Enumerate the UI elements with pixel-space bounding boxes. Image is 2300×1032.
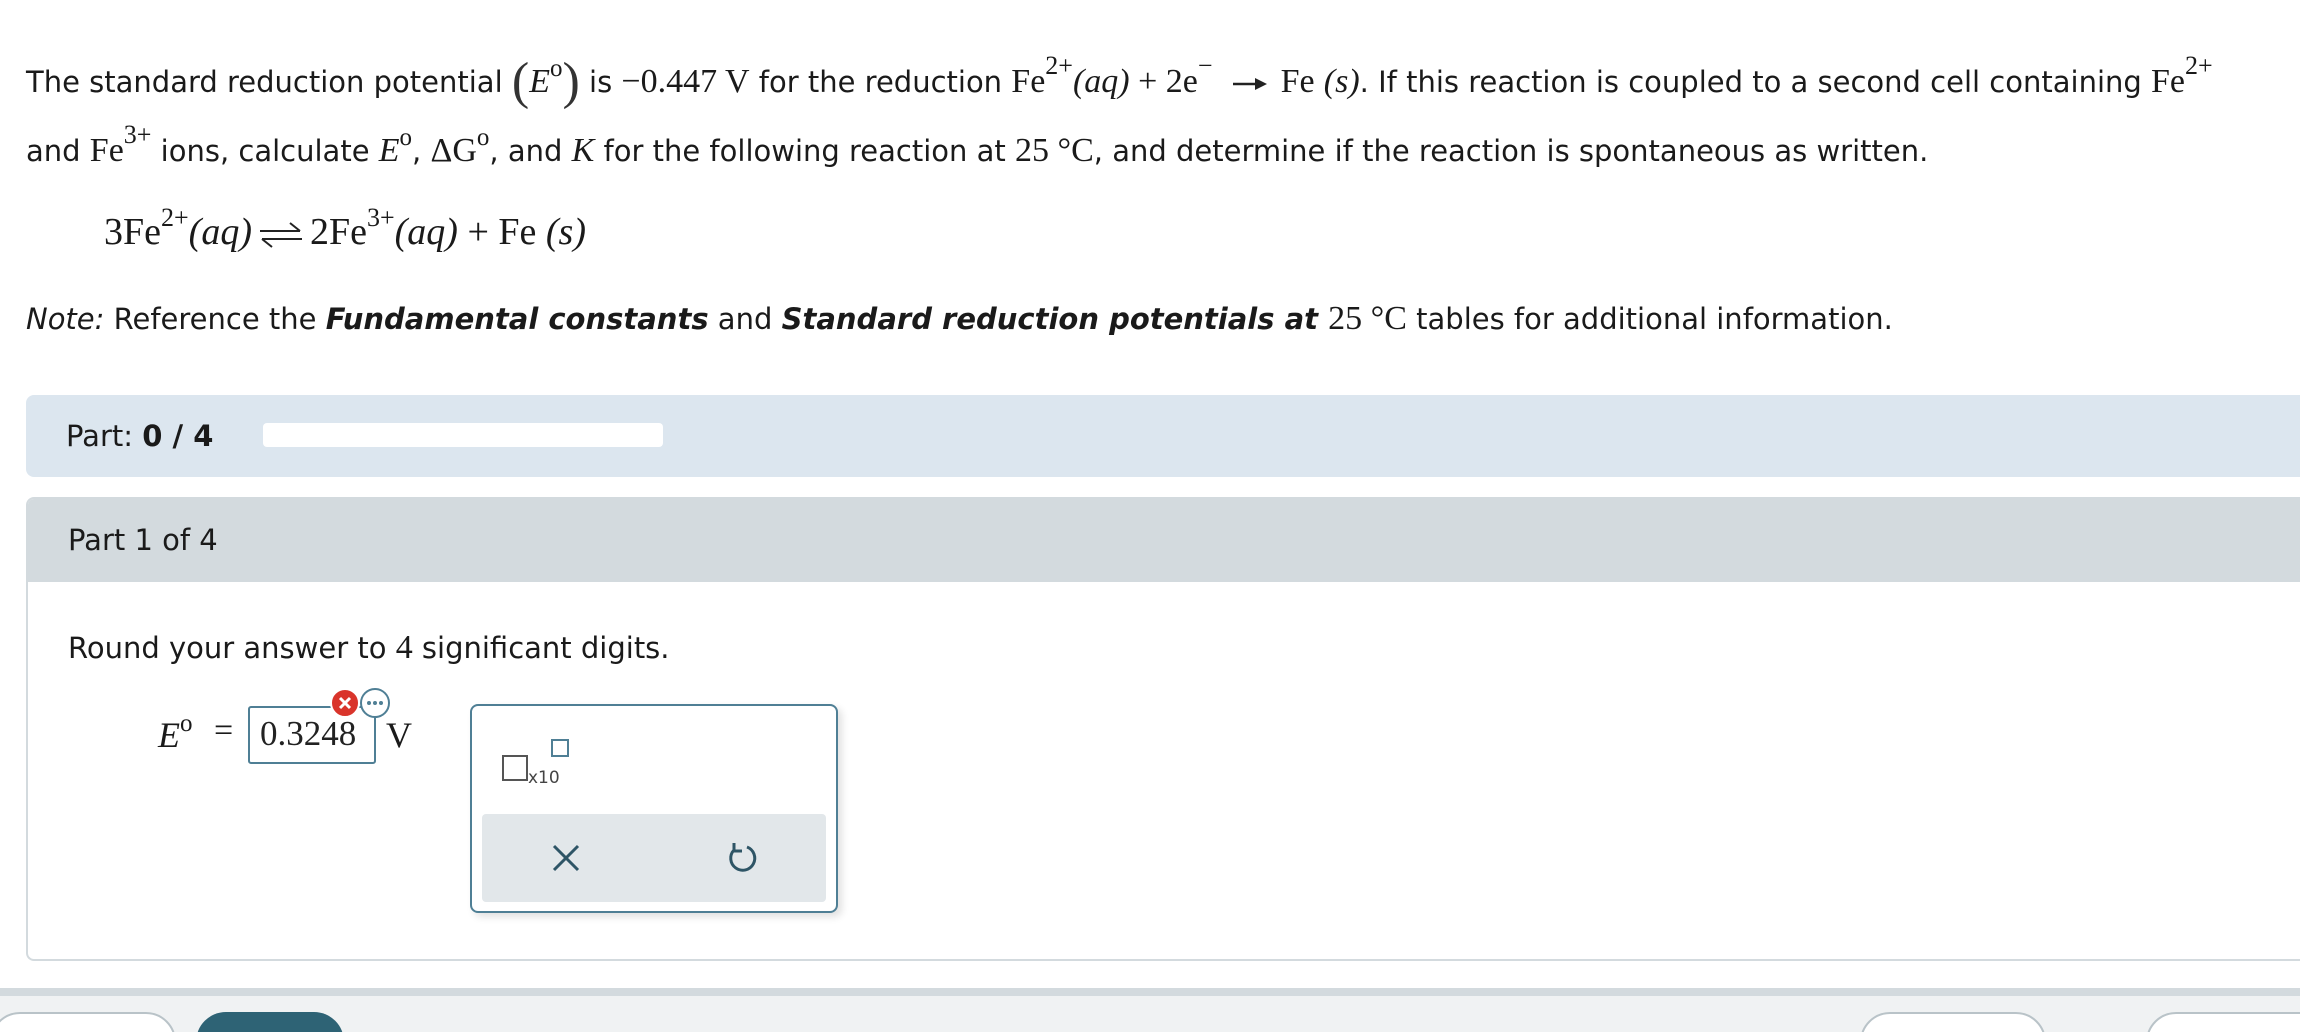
reference-note: Note: Reference the Fundamental constant… xyxy=(26,300,1893,337)
reaction-equation: 3Fe2+(aq) 2Fe3+(aq) + Fe (s) xyxy=(104,203,587,254)
answer-symbol: Eo xyxy=(158,710,193,755)
scientific-notation-icon[interactable]: x10 xyxy=(500,738,570,788)
equilibrium-arrow-icon xyxy=(259,222,302,249)
undo-icon[interactable] xyxy=(722,838,762,878)
bottom-button-3[interactable] xyxy=(1860,1012,2046,1032)
x10-label: x10 xyxy=(528,768,560,788)
question-line-1: The standard reduction potential (Eo) is… xyxy=(26,51,2213,111)
reaction-arrow-icon xyxy=(1232,78,1267,90)
bottom-button-1[interactable] xyxy=(0,1012,176,1032)
answer-unit: V xyxy=(386,715,412,755)
part-progress-label: Part: 0 / 4 xyxy=(66,419,214,453)
bottom-divider xyxy=(0,988,2300,996)
math-tool-palette: x10 xyxy=(470,704,838,913)
part-header: Part 1 of 4 xyxy=(28,499,2300,582)
bottom-primary-button[interactable] xyxy=(196,1012,344,1032)
progress-track xyxy=(263,423,663,447)
reduction-potentials-link[interactable]: Standard reduction potentials at xyxy=(782,302,1329,336)
clear-icon[interactable] xyxy=(546,838,586,878)
more-options-icon[interactable] xyxy=(360,688,390,718)
rounding-instruction: Round your answer to 4 significant digit… xyxy=(68,629,670,666)
bottom-button-4[interactable] xyxy=(2146,1012,2300,1032)
part-progress-bar: Part: 0 / 4 xyxy=(26,395,2300,477)
fundamental-constants-link[interactable]: Fundamental constants xyxy=(326,302,709,336)
palette-actions xyxy=(482,814,826,902)
equals-sign: = xyxy=(214,712,234,749)
question-line-2: and Fe3+ ions, calculate Eo, ΔGo, and K … xyxy=(26,120,1929,170)
part-1-card: Part 1 of 4 Round your answer to 4 signi… xyxy=(26,497,2300,961)
incorrect-icon xyxy=(330,688,360,718)
